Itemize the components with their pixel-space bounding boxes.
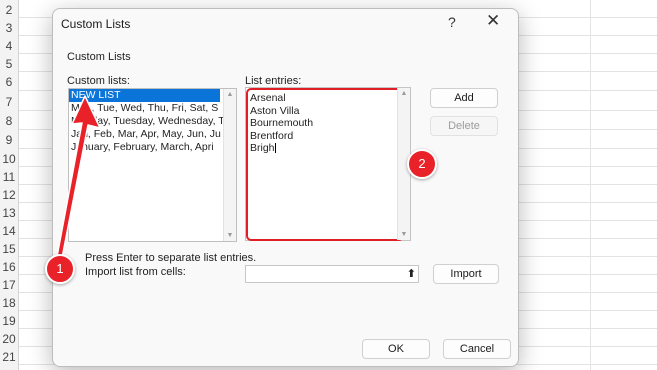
annotation-arrow [55,95,101,263]
callout-badge-2: 2 [407,149,437,179]
callout-badge-1: 1 [45,254,75,284]
